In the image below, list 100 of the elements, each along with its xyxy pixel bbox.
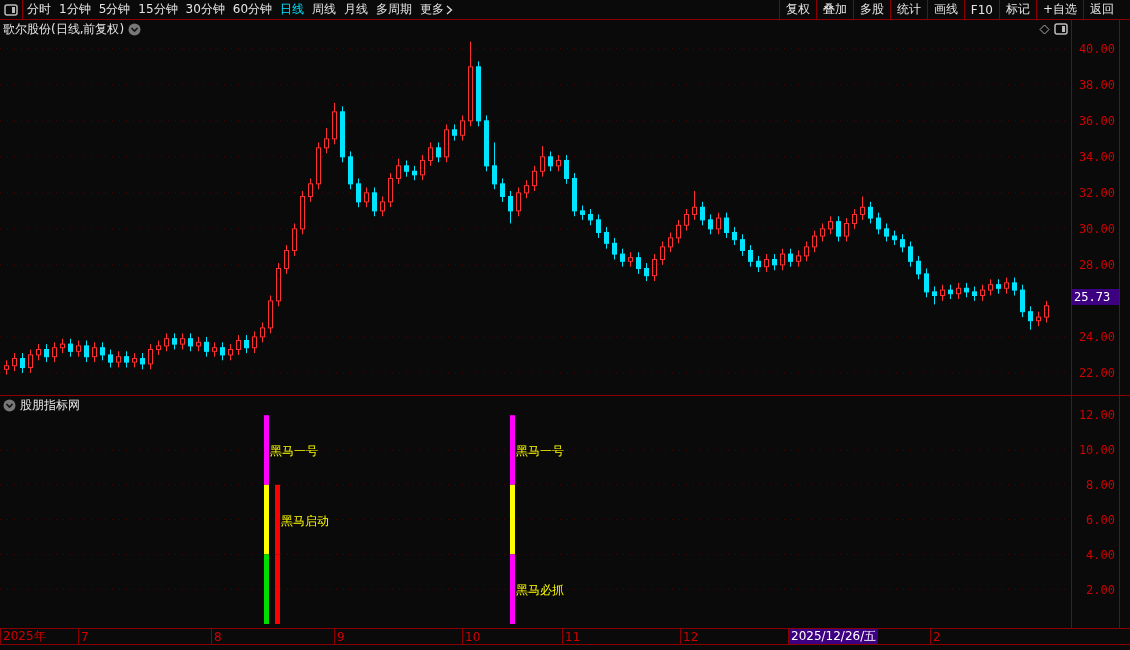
- candle: [868, 201, 873, 224]
- candle: [684, 208, 689, 232]
- toolbar-button[interactable]: 统计: [889, 0, 927, 19]
- candle: [220, 341, 225, 361]
- chevron-right-icon: [446, 4, 454, 15]
- candle: [956, 282, 961, 300]
- toolbar-button[interactable]: F10: [963, 0, 999, 19]
- candle: [188, 332, 193, 352]
- candle: [164, 332, 169, 352]
- panel-toggle-icon[interactable]: [4, 3, 18, 16]
- candle: [444, 123, 449, 163]
- date-label: 9: [336, 629, 346, 644]
- candle: [972, 286, 977, 302]
- axis-tick-label: 4.00: [1086, 548, 1115, 562]
- candle: [116, 350, 121, 368]
- candle: [812, 230, 817, 253]
- candle: [356, 177, 361, 208]
- period-tab[interactable]: 周线: [308, 0, 341, 19]
- candle: [548, 150, 553, 172]
- axis-tick-label: 8.00: [1086, 478, 1115, 492]
- candle: [500, 177, 505, 203]
- candle: [532, 165, 537, 192]
- period-tab[interactable]: 60分钟: [228, 0, 277, 19]
- candle: [668, 231, 673, 253]
- candle: [724, 212, 729, 239]
- candle: [420, 154, 425, 181]
- axis-tick-label: 12.00: [1078, 408, 1115, 422]
- candle: [124, 350, 129, 368]
- candle: [604, 226, 609, 250]
- candle: [756, 255, 761, 273]
- signal-label: 黑马一号: [516, 444, 564, 458]
- date-label: 7: [80, 629, 90, 644]
- period-tab[interactable]: 日线: [276, 0, 309, 19]
- candle: [844, 217, 849, 242]
- candle: [196, 336, 201, 352]
- period-tab[interactable]: 分时: [23, 0, 55, 19]
- toolbar-button[interactable]: 标记: [998, 0, 1036, 19]
- period-tab[interactable]: 多周期: [372, 0, 417, 19]
- toolbar-button[interactable]: 画线: [926, 0, 964, 19]
- candle: [804, 240, 809, 262]
- candle: [260, 322, 265, 343]
- period-tab[interactable]: 5分钟: [94, 0, 135, 19]
- period-tab[interactable]: 1分钟: [55, 0, 95, 19]
- candle: [92, 341, 97, 363]
- candle: [268, 295, 273, 334]
- candle: [372, 186, 377, 217]
- candle: [1012, 277, 1017, 296]
- period-tab[interactable]: 15分钟: [134, 0, 182, 19]
- toolbar-button[interactable]: 多股: [852, 0, 890, 19]
- candle: [564, 154, 569, 185]
- candle: [876, 212, 881, 235]
- axis-tick-label: 34.00: [1078, 149, 1115, 164]
- toolbar-button[interactable]: 叠加: [815, 0, 853, 19]
- date-label: 12: [682, 629, 700, 644]
- candle: [292, 222, 297, 257]
- candle: [52, 341, 57, 363]
- candle: [900, 233, 905, 253]
- candle: [716, 212, 721, 235]
- candle: [924, 268, 929, 298]
- candle: [212, 341, 217, 358]
- candle: [772, 253, 777, 271]
- axis-tick-label: 10.00: [1078, 443, 1115, 457]
- dropdown-icon[interactable]: [3, 398, 16, 412]
- candle: [68, 338, 73, 358]
- candle: [572, 172, 577, 217]
- indicator-title: 股朋指标网: [20, 396, 80, 414]
- candle: [732, 226, 737, 246]
- candle: [700, 201, 705, 226]
- candle: [156, 340, 161, 356]
- candle: [332, 102, 337, 145]
- candle: [252, 331, 257, 354]
- candle: [108, 349, 113, 368]
- axis-tick-label: 38.00: [1078, 77, 1115, 92]
- candle: [364, 186, 369, 208]
- candle: [796, 250, 801, 268]
- axis-tick-label: 22.00: [1078, 365, 1115, 380]
- candle: [132, 352, 137, 368]
- toolbar-button[interactable]: 复权: [778, 0, 816, 19]
- candle: [908, 240, 913, 268]
- diamond-icon[interactable]: [1039, 23, 1050, 35]
- candle: [100, 341, 105, 361]
- more-button[interactable]: 更多: [416, 0, 458, 19]
- axis-tick-label: 32.00: [1078, 185, 1115, 200]
- candle: [4, 359, 9, 376]
- panel-toggle-icon[interactable]: [1054, 23, 1068, 35]
- candle: [452, 123, 457, 142]
- candle: [916, 255, 921, 280]
- candle: [236, 334, 241, 356]
- date-label: 2025/12/26/五: [789, 629, 879, 644]
- candle: [764, 253, 769, 273]
- toolbar-button[interactable]: +自选: [1035, 0, 1083, 19]
- candle: [780, 248, 785, 271]
- period-tab[interactable]: 月线: [340, 0, 373, 19]
- dropdown-icon[interactable]: [128, 22, 142, 36]
- candle: [516, 186, 521, 217]
- axis-tick-label: 24.00: [1078, 329, 1115, 344]
- candle: [660, 240, 665, 266]
- axis-tick-label: 36.00: [1078, 113, 1115, 128]
- candle: [140, 352, 145, 370]
- period-tab[interactable]: 30分钟: [181, 0, 229, 19]
